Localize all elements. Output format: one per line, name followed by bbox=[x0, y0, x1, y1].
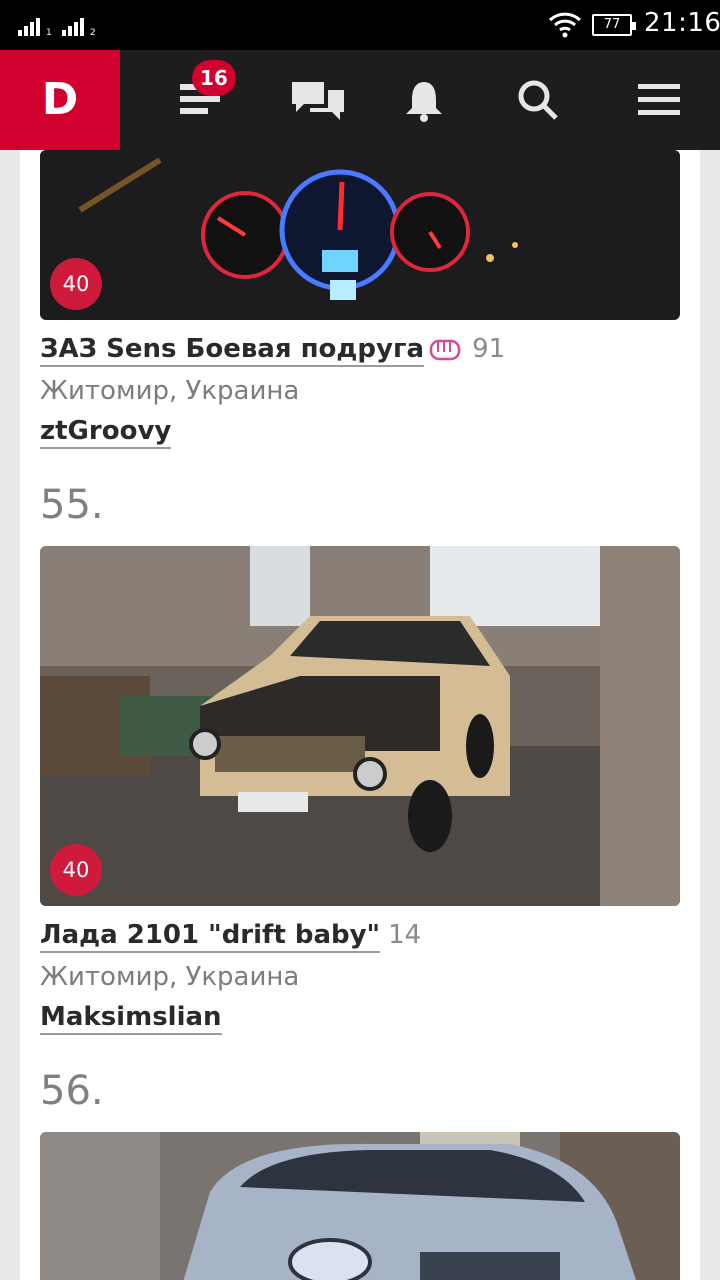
clock: 21:16 bbox=[644, 8, 720, 38]
status-bar: 1 2 77 21:16 bbox=[0, 0, 720, 50]
menu-icon bbox=[638, 84, 680, 115]
fist-icon bbox=[429, 339, 461, 360]
messages-icon bbox=[292, 82, 344, 120]
logo-button[interactable]: D bbox=[0, 50, 120, 150]
owner-link[interactable]: ztGroovy bbox=[40, 416, 172, 449]
search-button[interactable] bbox=[488, 50, 588, 150]
rank-number: 55. bbox=[40, 482, 104, 528]
menu-button[interactable] bbox=[608, 50, 708, 150]
car-title[interactable]: ЗАЗ Sens Боевая подруга 91 bbox=[40, 334, 506, 367]
search-icon bbox=[518, 80, 558, 120]
car-photo-lada[interactable]: 40 bbox=[40, 546, 680, 906]
car-title[interactable]: Лада 2101 "drift baby" 14 bbox=[40, 920, 422, 953]
wifi-icon bbox=[548, 12, 582, 38]
car-name-link[interactable]: Лада 2101 "drift baby" bbox=[40, 920, 381, 953]
sim2-label: 2 bbox=[90, 28, 96, 38]
photo-count: 91 bbox=[472, 334, 506, 364]
car-name-link[interactable]: ЗАЗ Sens Боевая подруга bbox=[40, 334, 425, 367]
signal-sim1-icon: 1 bbox=[18, 16, 58, 38]
signal-sim2-icon: 2 bbox=[62, 16, 102, 38]
car-photo-next[interactable] bbox=[40, 1132, 680, 1280]
score-badge: 40 bbox=[50, 258, 102, 310]
score-badge: 40 bbox=[50, 844, 102, 896]
sim1-label: 1 bbox=[46, 28, 52, 38]
battery-level: 77 bbox=[603, 17, 621, 32]
app-bar: D 16 bbox=[0, 50, 720, 150]
car-location: Житомир, Украина bbox=[40, 962, 300, 992]
rating-list: 40 ЗАЗ Sens Боевая подруга 91 Житомир, У… bbox=[20, 150, 700, 1280]
car-photo-zaz[interactable]: 40 bbox=[40, 150, 680, 320]
notifications-button[interactable] bbox=[374, 50, 474, 150]
rank-number: 56. bbox=[40, 1068, 104, 1114]
dashboard-photo bbox=[40, 150, 680, 320]
battery-icon: 77 bbox=[592, 14, 636, 36]
feed-badge: 16 bbox=[192, 60, 236, 96]
car-location: Житомир, Украина bbox=[40, 376, 300, 406]
photo-count: 14 bbox=[388, 920, 422, 950]
car-photo-image bbox=[40, 1132, 680, 1280]
garage-photo bbox=[40, 546, 680, 906]
screen: 1 2 77 21:16 D 16 40 ЗАЗ Sens Боевая под… bbox=[0, 0, 720, 1280]
bell-icon bbox=[406, 82, 442, 122]
owner-link[interactable]: Maksimslian bbox=[40, 1002, 222, 1035]
messages-button[interactable] bbox=[262, 50, 362, 150]
